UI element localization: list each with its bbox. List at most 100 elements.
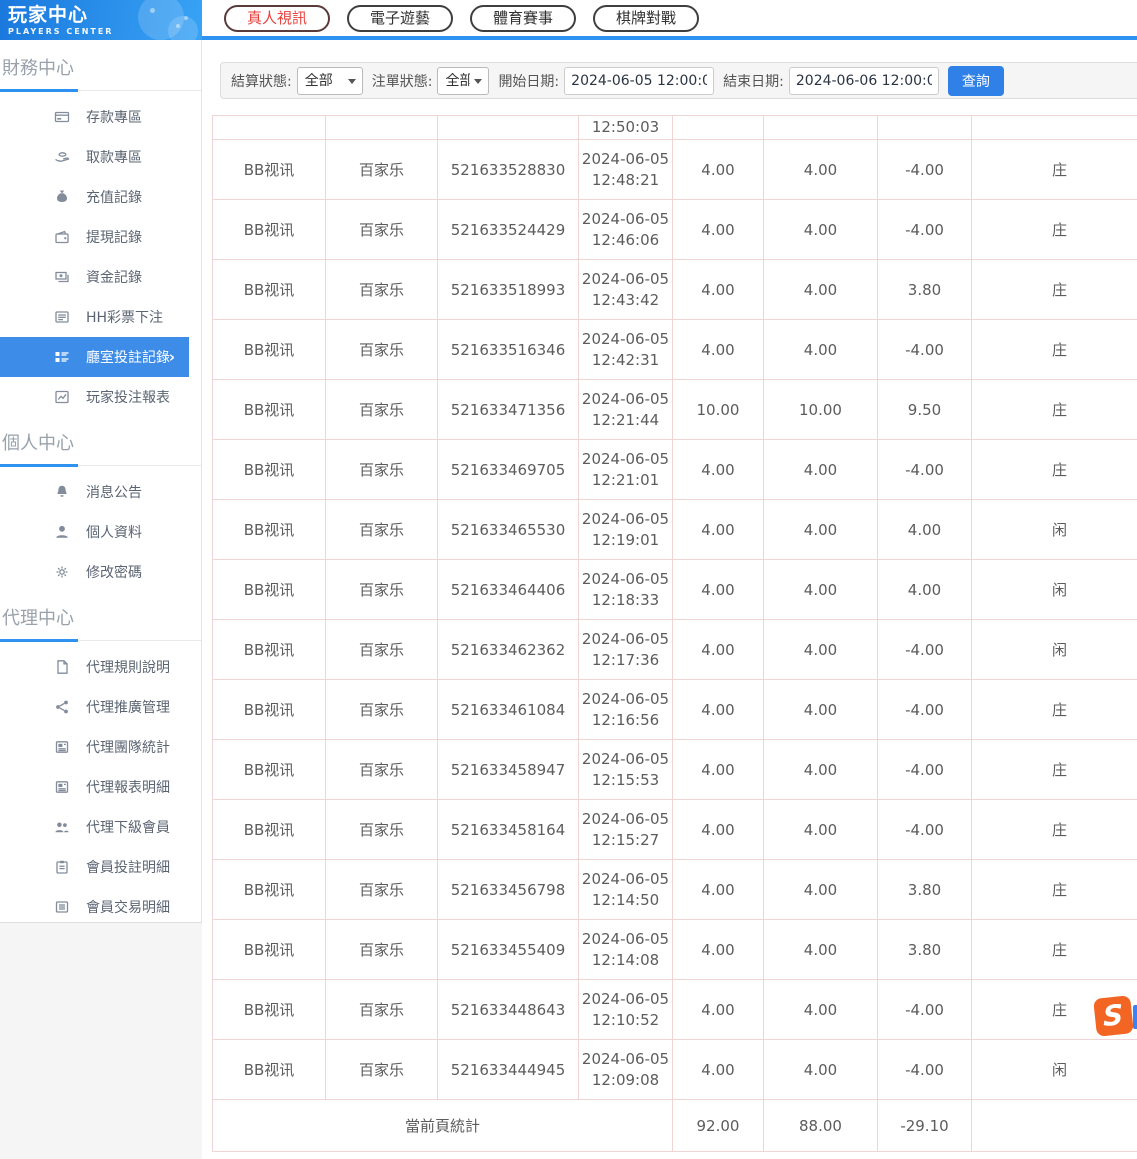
settle-status-select[interactable]: 全部	[297, 67, 363, 95]
sidebar-item-agent-sub-members[interactable]: 代理下級會員	[0, 807, 201, 847]
cell-order: 521633465530	[438, 500, 579, 560]
sidebar-item-profile[interactable]: 個人資料	[0, 512, 201, 552]
order-status-select[interactable]: 全部	[437, 67, 489, 95]
wallet-icon	[54, 229, 70, 245]
cell-winloss: -4.00	[878, 800, 972, 860]
cell-result: 庄	[972, 140, 1137, 200]
cell-datetime: 2024-06-0512:18:33	[579, 560, 673, 620]
sidebar-item-label: 代理報表明細	[86, 777, 170, 797]
cell-time-line: 12:09:08	[579, 1070, 672, 1091]
layout-list-icon	[54, 349, 70, 365]
cell-platform: BB视讯	[213, 620, 326, 680]
sidebar-item-agent-team-stats[interactable]: 代理團隊統計	[0, 727, 201, 767]
cell-platform: BB视讯	[213, 320, 326, 380]
cell-order: 521633518993	[438, 260, 579, 320]
sidebar-item-member-bet-detail[interactable]: 會員投註明細	[0, 847, 201, 887]
bell-icon	[54, 484, 70, 500]
sidebar-item-agent-promotion[interactable]: 代理推廣管理	[0, 687, 201, 727]
table-row: BB视讯百家乐5216335244292024-06-0512:46:064.0…	[213, 200, 1137, 260]
cell-game: 百家乐	[326, 140, 438, 200]
cell-date-line: 2024-06-05	[579, 209, 672, 230]
cell-datetime: 2024-06-0512:42:31	[579, 320, 673, 380]
cell-valid: 4.00	[764, 320, 878, 380]
search-button[interactable]: 查詢	[948, 66, 1004, 96]
cell-result: 闲	[972, 560, 1137, 620]
tab-electronic-games[interactable]: 電子遊藝	[347, 5, 453, 32]
cell-order: 521633456798	[438, 860, 579, 920]
person-icon	[54, 524, 70, 540]
filter-bar: 結算狀態: 全部 注單狀態: 全部 開始日期: 結束日期: 查詢	[220, 62, 1137, 99]
cell-time-line: 12:14:50	[579, 890, 672, 911]
cell-platform: BB视讯	[213, 740, 326, 800]
cell-result: 庄	[972, 380, 1137, 440]
users-icon	[54, 819, 70, 835]
sidebar-item-change-password[interactable]: 修改密碼	[0, 552, 201, 592]
cell-bet: 4.00	[673, 1040, 764, 1100]
cell-date-line: 2024-06-05	[579, 449, 672, 470]
sidebar-item-room-bet-record[interactable]: 廳室投註記錄›	[0, 337, 189, 377]
cell-date-line: 2024-06-05	[579, 929, 672, 950]
sidebar-item-deposit[interactable]: 存款專區	[0, 97, 201, 137]
cell-winloss: -4.00	[878, 320, 972, 380]
cell-datetime: 2024-06-0512:14:08	[579, 920, 673, 980]
sidebar-item-withdraw[interactable]: 取款專區	[0, 137, 201, 177]
sidebar-item-hh-lottery[interactable]: HH彩票下注	[0, 297, 201, 337]
sidebar-item-funds-record[interactable]: 資金記錄	[0, 257, 201, 297]
cell-date-line: 2024-06-05	[579, 1049, 672, 1070]
sidebar-item-agent-report-detail[interactable]: 代理報表明細	[0, 767, 201, 807]
main-content: 真人視訊電子遊藝體育賽事棋牌對戰 結算狀態: 全部 注單狀態: 全部 開始日期:…	[202, 0, 1137, 1159]
end-date-input[interactable]	[789, 67, 939, 95]
cell-time-line: 12:43:42	[579, 290, 672, 311]
cell-time-line: 12:48:21	[579, 170, 672, 191]
gamepad-button-dot	[150, 8, 155, 13]
cell-winloss: 3.80	[878, 920, 972, 980]
sidebar-item-label: 廳室投註記錄	[86, 347, 170, 367]
cell-datetime: 2024-06-0512:14:50	[579, 860, 673, 920]
sidebar-item-label: 消息公告	[86, 482, 142, 502]
sidebar-item-agent-rules[interactable]: 代理規則說明	[0, 647, 201, 687]
list-icon	[54, 309, 70, 325]
cell-game: 百家乐	[326, 620, 438, 680]
cell-game: 百家乐	[326, 1040, 438, 1100]
sidebar-item-recharge-record[interactable]: 充值記錄	[0, 177, 201, 217]
sidebar-item-player-bet-report[interactable]: 玩家投注報表	[0, 377, 201, 417]
sidebar-item-label: 存款專區	[86, 107, 142, 127]
cell-order: 521633448643	[438, 980, 579, 1040]
sogou-ime-icon[interactable]: S	[1093, 995, 1134, 1037]
cell-game: 百家乐	[326, 800, 438, 860]
cell-valid: 4.00	[764, 560, 878, 620]
cell-valid: 4.00	[764, 140, 878, 200]
cell-order: 521633464406	[438, 560, 579, 620]
cell-bet: 4.00	[673, 740, 764, 800]
chevron-right-icon: ›	[169, 348, 175, 366]
category-tab-bar: 真人視訊電子遊藝體育賽事棋牌對戰	[202, 0, 1137, 36]
tab-board-games[interactable]: 棋牌對戰	[593, 5, 699, 32]
cell-platform: BB视讯	[213, 920, 326, 980]
cell-time-line: 12:18:33	[579, 590, 672, 611]
table-row: BB视讯百家乐5216334610842024-06-0512:16:564.0…	[213, 680, 1137, 740]
cell-time-line: 12:19:01	[579, 530, 672, 551]
tab-live-casino[interactable]: 真人視訊	[224, 5, 330, 32]
cell-result: 庄	[972, 860, 1137, 920]
sidebar-section-title: 財務中心	[0, 42, 201, 91]
cell-platform: BB视讯	[213, 260, 326, 320]
cell-time-line: 12:46:06	[579, 230, 672, 251]
cell-bet: 4.00	[673, 320, 764, 380]
sidebar-item-withdraw-record[interactable]: 提現記錄	[0, 217, 201, 257]
cell-datetime: 2024-06-0512:21:44	[579, 380, 673, 440]
tab-sports[interactable]: 體育賽事	[470, 5, 576, 32]
cell-winloss: 4.00	[878, 500, 972, 560]
cell-valid: 4.00	[764, 860, 878, 920]
cell-bet: 4.00	[673, 800, 764, 860]
cell-result: 庄	[972, 200, 1137, 260]
cell-datetime: 2024-06-0512:17:36	[579, 620, 673, 680]
cell-game: 百家乐	[326, 920, 438, 980]
bank-card-icon	[54, 109, 70, 125]
cell-winloss: 9.50	[878, 380, 972, 440]
start-date-input[interactable]	[564, 67, 714, 95]
cell-valid: 4.00	[764, 200, 878, 260]
sidebar-item-announcements[interactable]: 消息公告	[0, 472, 201, 512]
summary-bet-total: 92.00	[673, 1100, 764, 1152]
cell-platform: BB视讯	[213, 860, 326, 920]
sidebar-item-member-transaction-detail[interactable]: 會員交易明細	[0, 887, 201, 927]
